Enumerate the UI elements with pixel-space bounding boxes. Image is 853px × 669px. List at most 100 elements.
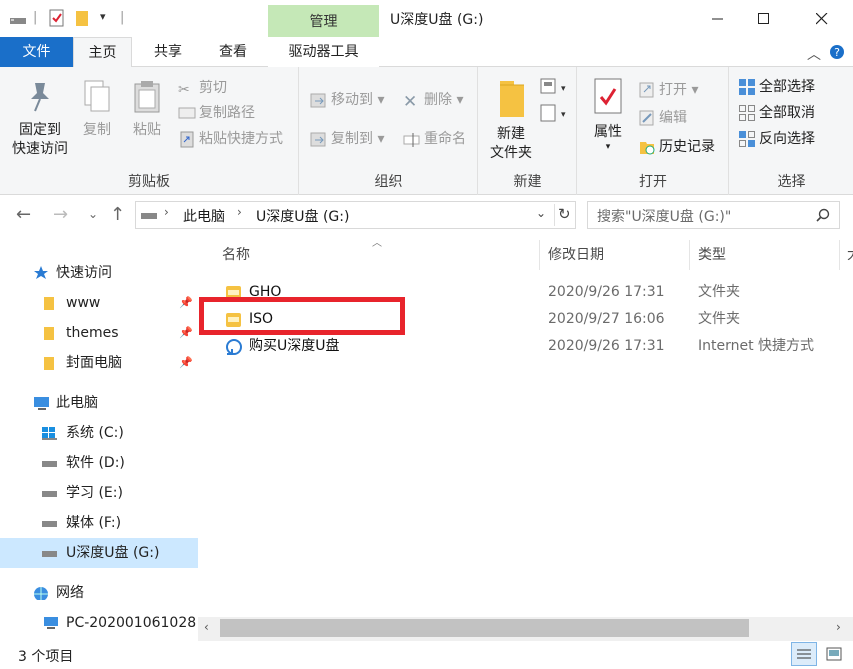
up-arrow-icon[interactable]: ↑ [110,204,125,225]
history-button[interactable]: 历史记录 [638,136,715,158]
invert-selection-button[interactable]: 反向选择 [738,128,815,150]
drive-icon [10,18,26,24]
copy-to-button[interactable]: 复制到 ▾ [310,128,384,150]
large-icons-view-icon [826,647,842,661]
breadcrumb-chevron-icon[interactable]: › [237,205,242,219]
help-icon[interactable]: ? [829,44,845,60]
file-type: 文件夹 [698,311,740,327]
paste-shortcut-button[interactable]: 粘贴快捷方式 [178,128,283,150]
nav-pinned-themes[interactable]: themes 📌 [0,318,198,348]
close-button[interactable] [799,0,845,37]
pin-to-quick-access-button[interactable]: 固定到 快速访问 [6,79,74,159]
new-item-icon[interactable]: ▾ [539,77,569,99]
forward-arrow-icon[interactable]: → [53,204,68,225]
maximize-button[interactable] [741,0,787,37]
recent-locations-chevron-icon[interactable]: ⌄ [88,207,98,221]
windows-drive-icon [42,427,57,440]
breadcrumb-item-drive[interactable]: U深度U盘 (G:) [256,206,349,226]
nav-pinned-www[interactable]: www 📌 [0,288,198,318]
back-arrow-icon[interactable]: ← [16,204,31,225]
edit-icon [639,110,654,126]
tab-file[interactable]: 文件 [0,37,73,67]
properties-button[interactable]: 属性 ▾ [586,77,630,152]
divider [554,204,555,226]
drive-icon [42,491,57,497]
svg-text:?: ? [834,46,840,59]
pin-icon[interactable]: 📌 [179,348,193,378]
pin-icon[interactable]: 📌 [179,288,193,318]
new-group: 新建 文件夹 ▾ ▾ 新建 [479,67,577,195]
rename-button[interactable]: 重命名 [403,128,466,150]
open-group-label: 打开 [639,174,667,190]
scrollbar-thumb[interactable] [220,619,749,637]
nav-network[interactable]: 网络 [0,578,198,608]
new-folder-icon [500,81,524,117]
nav-drive-c[interactable]: 系统 (C:) [0,418,198,448]
copy-to-icon [310,132,326,147]
pin-icon[interactable]: 📌 [179,318,193,348]
open-button[interactable]: 打开 ▾ [638,79,698,101]
refresh-icon[interactable]: ↻ [558,205,571,223]
address-dropdown-chevron-icon[interactable]: ⌄ [536,206,546,220]
scroll-left-arrow-icon[interactable]: ‹ [204,620,209,634]
nav-network-pc[interactable]: PC-202001061028 [0,608,198,638]
copy-path-button[interactable]: 复制路径 [178,102,255,124]
network-icon [34,587,48,600]
move-to-button[interactable]: 移动到 ▾ [310,89,384,111]
details-view-icon [797,649,811,659]
minimize-button[interactable] [695,0,741,37]
column-header-type[interactable]: 类型 [698,240,726,270]
scroll-right-arrow-icon[interactable]: › [836,620,841,634]
paste-button[interactable]: 粘贴 [126,79,168,140]
column-divider[interactable] [839,240,840,270]
column-header-size[interactable]: 大 [847,240,853,270]
large-icons-view-button[interactable] [821,642,847,666]
delete-button[interactable]: ✕ 删除 ▾ [403,89,463,112]
address-bar[interactable]: › 此电脑 › U深度U盘 (G:) ⌄ ↻ [135,201,576,229]
computer-icon [34,397,49,410]
new-group-label: 新建 [513,174,542,190]
copy-button[interactable]: 复制 [76,79,118,140]
search-placeholder: 搜索"U深度U盘 (G:)" [597,209,732,225]
cut-button[interactable]: ✂ 剪切 [178,77,227,99]
nav-drive-g[interactable]: U深度U盘 (G:) [0,538,198,568]
drive-icon [42,521,57,527]
horizontal-scrollbar[interactable]: ‹ › [198,617,853,641]
copy-path-icon [178,107,196,119]
breadcrumb-chevron-icon[interactable]: › [164,205,169,219]
column-divider[interactable] [539,240,540,270]
customize-qa-dropdown-icon[interactable]: ▾ [100,10,106,23]
nav-quick-access[interactable]: 快速访问 [0,258,198,288]
nav-drive-d[interactable]: 软件 (D:) [0,448,198,478]
nav-this-pc[interactable]: 此电脑 [0,388,198,418]
move-to-icon [310,93,326,108]
tab-drive-tools[interactable]: 驱动器工具 [268,37,379,67]
nav-drive-f[interactable]: 媒体 (F:) [0,508,198,538]
tab-home[interactable]: 主页 [73,37,132,68]
select-group-label: 选择 [777,174,806,190]
tab-view[interactable]: 查看 [205,37,261,67]
breadcrumb-item-this-pc[interactable]: 此电脑 [183,206,225,226]
search-icon [816,208,830,222]
new-folder-qa-icon[interactable] [74,9,90,27]
nav-pinned-cover-pc[interactable]: 封面电脑 📌 [0,348,198,378]
details-view-button[interactable] [791,642,817,666]
search-input[interactable]: 搜索"U深度U盘 (G:)" [587,201,840,229]
column-header-date[interactable]: 修改日期 [548,240,604,270]
sort-ascending-icon: ︿ [372,238,382,249]
tab-share[interactable]: 共享 [140,37,196,67]
column-header-name[interactable]: 名称 [222,240,250,270]
edit-button[interactable]: 编辑 [638,107,687,129]
select-none-button[interactable]: 全部取消 [738,102,815,124]
organize-group: 移动到 ▾ ✕ 删除 ▾ 复制到 ▾ 重命名 组织 [300,67,478,195]
properties-qa-icon[interactable] [48,9,66,27]
file-row-shortcut[interactable]: 购买U深度U盘 2020/9/26 17:31 Internet 快捷方式 [198,333,853,360]
select-all-button[interactable]: 全部选择 [738,76,815,98]
easy-access-icon[interactable]: ▾ [539,103,569,125]
collapse-ribbon-icon[interactable]: ︿ [807,44,821,64]
highlight-box [199,297,405,335]
new-folder-button[interactable]: 新建 文件夹 [485,77,537,163]
nav-drive-e[interactable]: 学习 (E:) [0,478,198,508]
column-divider[interactable] [689,240,690,270]
manage-context-tab[interactable]: 管理 [268,5,379,37]
